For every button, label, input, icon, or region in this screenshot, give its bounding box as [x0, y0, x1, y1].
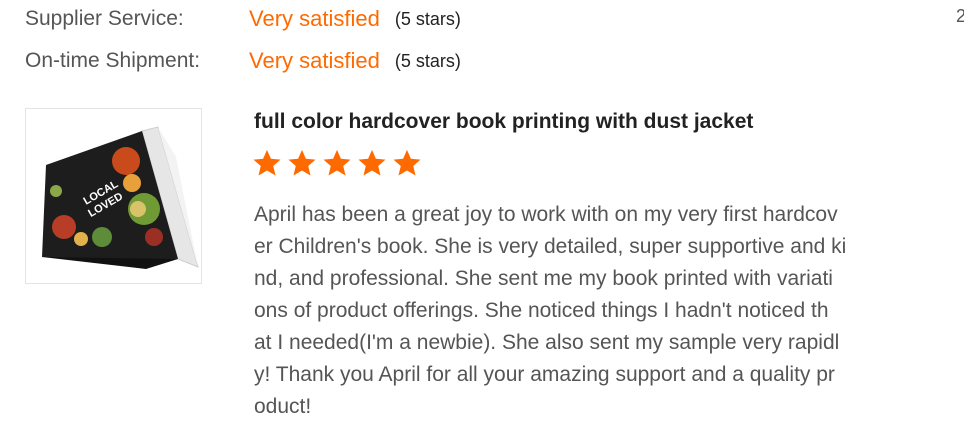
- star-icon: [392, 148, 422, 178]
- review-text-line: ons of product offerings. She noticed th…: [254, 299, 829, 322]
- review-text-line: April has been a great joy to work with …: [254, 203, 838, 226]
- star-icon: [357, 148, 387, 178]
- review-text-line: oduct!: [254, 395, 312, 418]
- on-time-shipment-stars: (5 stars): [394, 50, 461, 71]
- supplier-service-row: Supplier Service: Very satisfied (5 star…: [25, 4, 461, 34]
- review-text-line: nd, and professional. She sent me my boo…: [254, 267, 833, 290]
- star-icon: [322, 148, 352, 178]
- supplier-service-value: Very satisfied: [249, 6, 380, 31]
- book-image: LOCAL LOVED: [42, 126, 199, 269]
- on-time-shipment-row: On-time Shipment: Very satisfied (5 star…: [25, 46, 461, 76]
- on-time-shipment-label: On-time Shipment:: [25, 49, 201, 72]
- review-text-line: er Children's book. She is very detailed…: [254, 235, 847, 258]
- supplier-service-label: Supplier Service:: [25, 7, 184, 30]
- product-title[interactable]: full color hardcover book printing with …: [254, 110, 753, 134]
- review-text-line: at I needed(I'm a newbie). She also sent…: [254, 331, 840, 354]
- supplier-service-stars: (5 stars): [394, 8, 461, 29]
- cropped-text: 2: [956, 6, 964, 26]
- product-thumbnail[interactable]: LOCAL LOVED: [25, 108, 202, 284]
- review-star-rating: [252, 148, 422, 178]
- review-card: Supplier Service: Very satisfied (5 star…: [0, 0, 964, 423]
- review-text-line: y! Thank you April for all your amazing …: [254, 363, 835, 386]
- star-icon: [287, 148, 317, 178]
- review-text: April has been a great joy to work with …: [254, 199, 922, 423]
- star-icon: [252, 148, 282, 178]
- on-time-shipment-value: Very satisfied: [249, 48, 380, 73]
